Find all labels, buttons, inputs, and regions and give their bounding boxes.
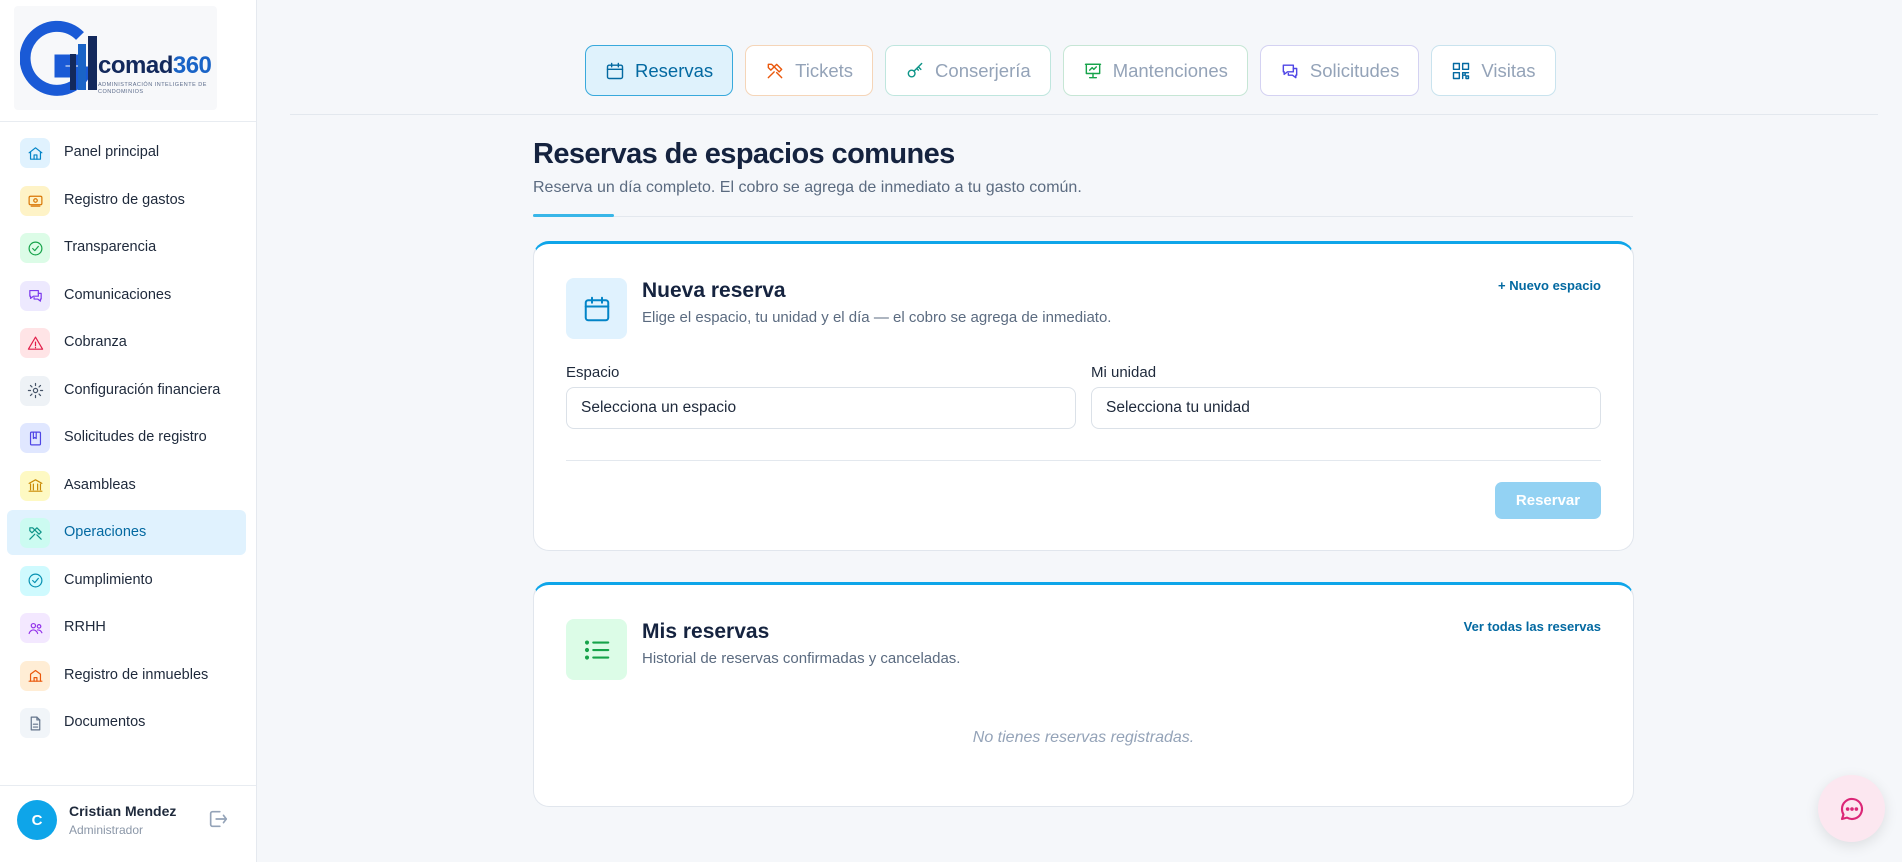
user-name: Cristian Mendez (69, 803, 177, 819)
tab-conserjería[interactable]: Conserjería (885, 45, 1051, 96)
view-all-bookings-link[interactable]: Ver todas las reservas (1464, 619, 1601, 634)
sidebar-item-label: Cobranza (64, 334, 127, 350)
sidebar-item-cumplimiento[interactable]: Cumplimiento (7, 558, 246, 603)
qr-icon (1451, 61, 1471, 81)
people-icon (20, 613, 50, 643)
user-divider (0, 785, 256, 786)
sidebar-item-registro-de-inmuebles[interactable]: Registro de inmuebles (7, 653, 246, 698)
user-role: Administrador (69, 823, 144, 837)
sidebar-item-label: Transparencia (64, 239, 157, 255)
list-icon (566, 619, 627, 680)
sidebar-item-label: Panel principal (64, 144, 160, 160)
document-icon (20, 708, 50, 738)
my-bookings-title: Mis reservas (642, 620, 770, 643)
logout-icon[interactable] (207, 808, 229, 830)
page-subtitle: Reserva un día completo. El cobro se agr… (533, 179, 1082, 196)
chat-button[interactable] (1818, 775, 1885, 842)
logo-mark-icon (20, 20, 97, 96)
sidebar: comad360 Administración inteligente de c… (0, 0, 257, 862)
sidebar-item-label: Operaciones (64, 524, 147, 540)
new-booking-card: Nueva reserva Elige el espacio, tu unida… (533, 241, 1634, 551)
sidebar-item-label: Solicitudes de registro (64, 429, 207, 445)
operations-tabs: Reservas Tickets Conserjería Mantenciones So… (585, 45, 1556, 96)
sidebar-item-label: Registro de inmuebles (64, 666, 209, 683)
title-accent-bar (533, 214, 614, 217)
unit-label: Mi unidad (1091, 364, 1157, 381)
tabs-divider (290, 114, 1878, 115)
space-select[interactable]: Selecciona un espacio (566, 387, 1076, 429)
tab-label: Solicitudes (1309, 59, 1400, 81)
calendar-icon (566, 278, 627, 339)
chat-icon (1280, 61, 1300, 81)
sidebar-item-label: Configuración financiera (64, 381, 221, 398)
page-title: Reservas de espacios comunes (533, 138, 955, 170)
sidebar-divider (0, 121, 256, 122)
sidebar-item-comunicaciones[interactable]: Comunicaciones (7, 273, 246, 318)
tools-icon (765, 61, 785, 81)
tab-label: Conserjería (935, 59, 1031, 81)
new-space-link[interactable]: + Nuevo espacio (1498, 278, 1601, 293)
my-bookings-description: Historial de reservas confirmadas y canc… (642, 650, 961, 667)
home-icon (20, 138, 50, 168)
key-icon (905, 61, 925, 81)
sidebar-item-label: Registro de gastos (64, 191, 185, 208)
bank-icon (20, 470, 50, 501)
title-divider (533, 216, 1633, 217)
tab-visitas[interactable]: Visitas (1431, 45, 1556, 96)
reserve-button[interactable]: Reservar (1495, 482, 1601, 519)
tab-tickets[interactable]: Tickets (745, 45, 874, 96)
sidebar-item-panel-principal[interactable]: Panel principal (7, 130, 246, 175)
brand-name: comad360 (98, 52, 212, 79)
sidebar-item-label: Cumplimiento (64, 571, 153, 588)
chat-bubble-icon (1840, 797, 1863, 820)
sidebar-item-label: Comunicaciones (64, 286, 172, 303)
presentation-icon (1083, 61, 1103, 81)
tab-solicitudes[interactable]: Solicitudes (1259, 45, 1420, 96)
check-circle-icon (20, 565, 50, 596)
form-divider (566, 460, 1601, 461)
new-booking-description: Elige el espacio, tu unidad y el día — e… (642, 309, 1112, 326)
money-icon (20, 185, 50, 216)
sidebar-item-label: Documentos (64, 714, 146, 730)
tab-mantenciones[interactable]: Mantenciones (1062, 45, 1248, 96)
gear-icon (20, 375, 50, 406)
sidebar-item-solicitudes-de-registro[interactable]: Solicitudes de registro (7, 415, 246, 460)
sidebar-item-operaciones[interactable]: Operaciones (7, 510, 246, 555)
book-icon (20, 423, 50, 453)
check-circle-icon (20, 233, 50, 263)
tools-icon (20, 518, 50, 548)
sidebar-item-label: RRHH (64, 619, 106, 635)
empty-state-text: No tienes reservas registradas. (972, 729, 1195, 746)
tab-label: Reservas (635, 59, 714, 81)
sidebar-item-documentos[interactable]: Documentos (7, 700, 246, 745)
sidebar-item-registro-de-gastos[interactable]: Registro de gastos (7, 178, 246, 223)
tab-label: Mantenciones (1112, 59, 1228, 81)
avatar[interactable]: C (17, 800, 57, 840)
brand-logo[interactable]: comad360 Administración inteligente de c… (14, 6, 217, 110)
tab-reservas[interactable]: Reservas (585, 45, 734, 96)
sidebar-nav: Panel principal Registro de gastos Transpa… (7, 130, 246, 748)
sidebar-item-rrhh[interactable]: RRHH (7, 605, 246, 650)
sidebar-item-label: Asambleas (64, 476, 136, 493)
tab-label: Tickets (795, 59, 854, 81)
space-label: Espacio (566, 364, 620, 381)
tab-label: Visitas (1481, 59, 1536, 81)
sidebar-item-transparencia[interactable]: Transparencia (7, 225, 246, 270)
chat-icon (20, 280, 50, 311)
my-bookings-card: Mis reservas Historial de reservas confi… (533, 582, 1634, 807)
unit-select[interactable]: Selecciona tu unidad (1091, 387, 1601, 429)
sidebar-item-cobranza[interactable]: Cobranza (7, 320, 246, 365)
calendar-icon (605, 61, 625, 81)
alert-triangle-icon (20, 328, 50, 358)
building-icon (20, 660, 50, 691)
new-booking-title: Nueva reserva (642, 279, 786, 302)
sidebar-item-configuración-financiera[interactable]: Configuración financiera (7, 368, 246, 413)
brand-tagline: Administración inteligente de condominio… (98, 82, 207, 95)
sidebar-item-asambleas[interactable]: Asambleas (7, 463, 246, 508)
